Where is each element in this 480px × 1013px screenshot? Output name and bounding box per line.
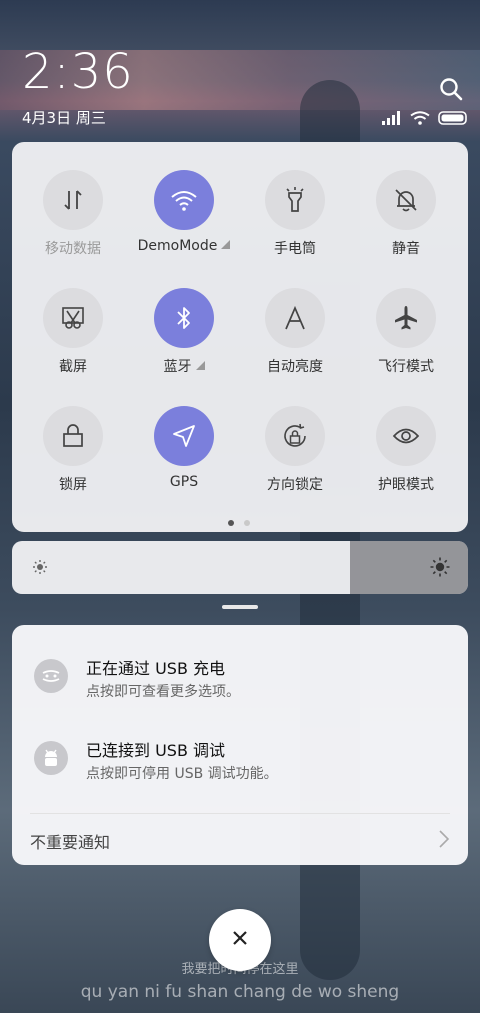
tile-label: 静音 [392,241,420,257]
tile-label: 蓝牙 [163,359,192,375]
status-date: 4月3日 周三 [22,109,106,127]
status-time: 2:36 [22,48,134,96]
tile-label: 方向锁定 [267,477,323,493]
tile-label: DemoMode [137,238,218,254]
close-icon [231,929,249,951]
rotation-lock-icon [265,406,325,466]
tile-lock-screen[interactable]: 锁屏 [18,406,128,494]
battery-icon [438,110,468,129]
flashlight-icon [265,170,325,230]
auto-brightness-icon [265,288,325,348]
android-debug-icon [34,741,68,775]
clock: 2:36 [22,44,134,100]
notification-usb-debugging[interactable]: 已连接到 USB 调试 点按即可停用 USB 调试功能。 [12,735,468,795]
notification-title: 已连接到 USB 调试 [86,741,226,760]
brightness-track-remaining [350,541,468,594]
notification-card: 正在通过 USB 充电 点按即可查看更多选项。 已连接到 USB 调试 点按即可… [12,625,468,865]
tile-auto-brightness[interactable]: 自动亮度 [240,288,350,376]
tile-wifi[interactable]: DemoMode [129,170,239,254]
tile-gps[interactable]: GPS [129,406,239,490]
airplane-icon [376,288,436,348]
tile-flashlight[interactable]: 手电筒 [240,170,350,258]
gps-icon [154,406,214,466]
wifi-status-icon [410,110,430,129]
drag-handle[interactable] [222,605,258,609]
tile-label: 飞行模式 [378,359,434,375]
tile-rotation-lock[interactable]: 方向锁定 [240,406,350,494]
tile-label: 锁屏 [59,477,87,493]
tile-airplane[interactable]: 飞行模式 [351,288,461,376]
divider [30,813,450,814]
notification-title: 正在通过 USB 充电 [86,659,226,678]
tile-label: GPS [169,474,199,490]
tile-screenshot[interactable]: 截屏 [18,288,128,376]
tile-eye-care[interactable]: 护眼模式 [351,406,461,494]
eye-icon [376,406,436,466]
page-indicator [228,520,250,526]
tile-bluetooth[interactable]: 蓝牙 [129,288,239,376]
wallpaper-caption-line2: qu yan ni fu shan chang de wo sheng [80,982,400,1002]
tile-label: 护眼模式 [378,477,434,493]
unimportant-notifications-label[interactable]: 不重要通知 [30,829,110,853]
page-dot [244,520,250,526]
brightness-high-icon [430,557,450,581]
brightness-slider[interactable] [12,541,468,594]
search-icon[interactable] [438,76,464,102]
brightness-low-icon [32,559,48,579]
lock-icon [43,406,103,466]
expand-arrow-icon [221,240,231,249]
expand-arrow-icon [195,361,205,370]
screenshot-icon [43,288,103,348]
tile-mobile-data[interactable]: 移动数据 [18,170,128,258]
signal-icon [382,110,402,129]
mute-bell-icon [376,170,436,230]
tile-label: 自动亮度 [267,359,323,375]
tile-label: 手电筒 [274,241,316,257]
tile-label: 截屏 [59,359,87,375]
clear-all-button[interactable] [209,909,271,971]
page-dot-active [228,520,234,526]
mobile-data-icon [43,170,103,230]
usb-icon [34,659,68,693]
notification-subtitle: 点按即可停用 USB 调试功能。 [86,766,278,782]
tile-label: 移动数据 [45,241,101,257]
bluetooth-icon [154,288,214,348]
notification-subtitle: 点按即可查看更多选项。 [86,684,240,700]
quick-settings-panel: 移动数据 DemoMode 手电筒 静音 截屏 蓝牙 自动亮度 飞行模式 锁屏 … [12,142,468,532]
notification-usb-charging[interactable]: 正在通过 USB 充电 点按即可查看更多选项。 [12,653,468,713]
wifi-icon [154,170,214,230]
status-indicators [382,110,468,129]
chevron-right-icon[interactable] [438,829,450,853]
tile-mute[interactable]: 静音 [351,170,461,258]
